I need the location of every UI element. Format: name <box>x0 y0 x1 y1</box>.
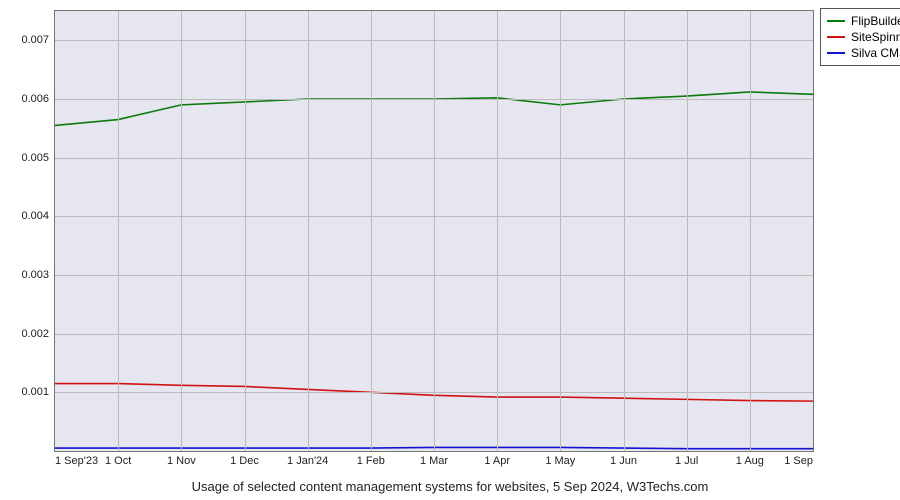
y-tick-label: 0.007 <box>21 34 49 46</box>
y-tick-label: 0.005 <box>21 152 49 164</box>
x-tick-label: 1 Aug <box>736 455 764 467</box>
y-tick-label: 0.001 <box>21 386 49 398</box>
grid-line <box>497 11 498 451</box>
chart-caption: Usage of selected content management sys… <box>0 479 900 494</box>
legend-swatch <box>827 52 845 54</box>
legend-item: SiteSpinner <box>827 29 900 45</box>
x-tick-label: 1 Jul <box>675 455 698 467</box>
x-tick-label: 1 Jun <box>610 455 637 467</box>
chart-container: 0.001 0.002 0.003 0.004 0.005 0.006 0.007 1 Sep… <box>0 0 900 500</box>
y-tick-label: 0.006 <box>21 93 49 105</box>
legend-label: FlipBuilder <box>851 13 900 29</box>
x-tick-label: 1 Jan'24 <box>287 455 328 467</box>
grid-line <box>371 11 372 451</box>
grid-line <box>434 11 435 451</box>
legend-item: FlipBuilder <box>827 13 900 29</box>
x-tick-label: 1 Oct <box>105 455 131 467</box>
x-tick-label: 1 May <box>545 455 575 467</box>
grid-line <box>181 11 182 451</box>
grid-line <box>624 11 625 451</box>
grid-line <box>118 11 119 451</box>
grid-line <box>308 11 309 451</box>
legend-label: SiteSpinner <box>851 29 900 45</box>
x-tick-label: 1 Mar <box>420 455 448 467</box>
grid-line <box>750 11 751 451</box>
legend-item: Silva CMS <box>827 45 900 61</box>
x-tick-label: 1 Nov <box>167 455 196 467</box>
legend: FlipBuilderSiteSpinnerSilva CMS <box>820 8 900 66</box>
grid-line <box>560 11 561 451</box>
x-tick-label: 1 Dec <box>230 455 259 467</box>
x-tick-label: 1 Sep'23 <box>55 455 98 467</box>
legend-label: Silva CMS <box>851 45 900 61</box>
legend-swatch <box>827 20 845 22</box>
x-tick-label: 1 Feb <box>357 455 385 467</box>
y-tick-label: 0.003 <box>21 269 49 281</box>
grid-line <box>245 11 246 451</box>
y-tick-label: 0.004 <box>21 210 49 222</box>
grid-line <box>687 11 688 451</box>
x-tick-label: 1 Apr <box>484 455 510 467</box>
y-tick-label: 0.002 <box>21 328 49 340</box>
legend-swatch <box>827 36 845 38</box>
plot-area: 0.0010.0020.0030.0040.0050.0060.0071 Sep… <box>54 10 814 452</box>
x-tick-label: 1 Sep <box>784 455 813 467</box>
